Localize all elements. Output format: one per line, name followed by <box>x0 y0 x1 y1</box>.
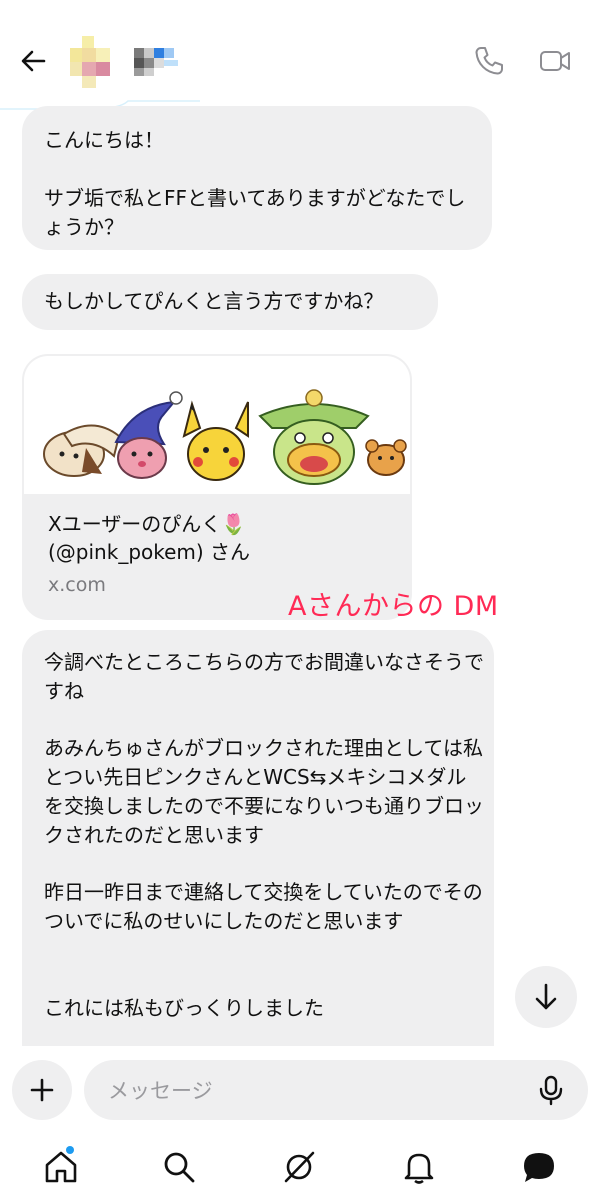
bell-icon[interactable] <box>400 1148 438 1186</box>
message-text: こんにちは！ <box>44 128 164 152</box>
notification-badge <box>66 1146 74 1154</box>
scroll-to-bottom-button[interactable] <box>515 966 577 1028</box>
messages-icon[interactable] <box>520 1148 558 1186</box>
message-text: 今調べたところこちらの方でお間違いなさそうですね <box>44 650 484 703</box>
annotation-text: Aさんからの DM <box>288 591 499 622</box>
message-input[interactable]: メッセージ <box>84 1060 588 1120</box>
pokemon-illustration <box>43 389 407 485</box>
link-preview-domain: x.com <box>48 574 106 596</box>
message-bubble[interactable]: 今調べたところこちらの方でお間違いなさそうですね あみんちゅさんがブロックされた… <box>22 630 494 1050</box>
link-preview-image <box>24 356 410 494</box>
message-bubble[interactable]: こんにちは！ サブ垢で私とFFと書いてありますがどなたでしょうか？ <box>22 106 492 250</box>
conversation-header <box>0 0 600 110</box>
plus-icon <box>30 1078 54 1102</box>
search-icon[interactable] <box>160 1148 198 1186</box>
message-text: もしかしてぴんくと言う方ですかね？ <box>44 289 384 313</box>
contact-name[interactable] <box>134 48 180 78</box>
video-camera-icon[interactable] <box>538 44 572 78</box>
message-text: これには私もびっくりしました <box>44 996 324 1020</box>
avatar[interactable] <box>70 36 110 90</box>
message-input-placeholder: メッセージ <box>108 1079 213 1103</box>
grok-icon[interactable] <box>280 1148 318 1186</box>
home-icon[interactable] <box>42 1148 80 1186</box>
link-preview-title: Xユーザーのぴんく🌷 (@pink_pokem) さん <box>48 512 251 564</box>
attach-button[interactable] <box>12 1060 72 1120</box>
message-text: サブ垢で私とFFと書いてありますがどなたでしょうか？ <box>44 186 466 239</box>
arrow-down-icon <box>535 983 557 1010</box>
message-bubble[interactable]: もしかしてぴんくと言う方ですかね？ <box>22 274 438 330</box>
message-text: あみんちゅさんがブロックされた理由としては私とつい先日ピンクさんとWCS⇆メキシ… <box>44 736 484 847</box>
arrow-left-icon[interactable] <box>18 46 48 76</box>
bottom-navigation <box>0 1136 600 1200</box>
microphone-icon[interactable] <box>536 1074 566 1106</box>
phone-icon[interactable] <box>472 44 506 78</box>
message-text: 昨日一昨日まで連絡して交換をしていたのでそのついでに私のせいにしたのだと思います <box>44 880 483 933</box>
